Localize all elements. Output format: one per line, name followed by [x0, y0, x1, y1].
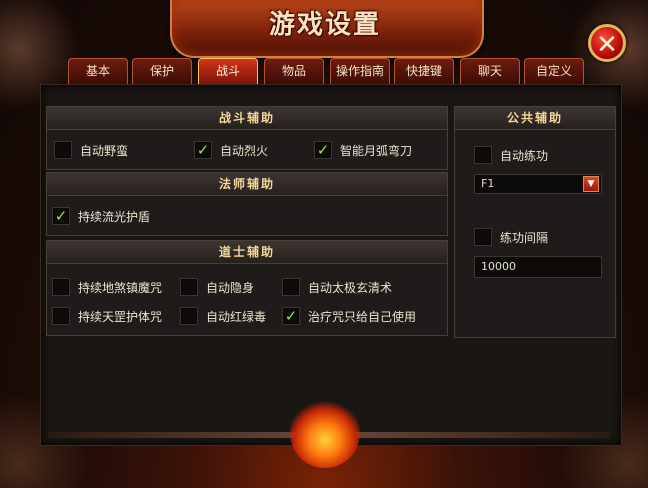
checkbox[interactable]: [54, 141, 72, 159]
mage-assist-section: 法师辅助: [46, 172, 448, 236]
option-heal-self-only[interactable]: ✓ 治疗咒只给自己使用: [282, 306, 416, 326]
flame-ornament: [290, 398, 360, 468]
tab-items[interactable]: 物品: [264, 58, 324, 84]
checkbox[interactable]: [282, 278, 300, 296]
settings-window: 游戏设置 ✕ 基本 保护 战斗 物品 操作指南 快捷键 聊天 自定义 战斗辅助 …: [0, 0, 648, 488]
option-auto-fire[interactable]: ✓ 自动烈火: [194, 140, 268, 160]
tab-bar: 基本 保护 战斗 物品 操作指南 快捷键 聊天 自定义: [68, 58, 588, 84]
checkbox[interactable]: [52, 307, 70, 325]
checkbox[interactable]: [180, 278, 198, 296]
option-auto-poison[interactable]: 自动红绿毒: [180, 306, 266, 326]
combat-assist-title: 战斗辅助: [47, 107, 447, 130]
tab-hotkeys[interactable]: 快捷键: [394, 58, 454, 84]
tab-chat[interactable]: 聊天: [460, 58, 520, 84]
tab-combat[interactable]: 战斗: [198, 58, 258, 84]
checkbox[interactable]: [474, 146, 492, 164]
option-smart-moon-blade[interactable]: ✓ 智能月弧弯刀: [314, 140, 412, 160]
practice-hotkey-select[interactable]: F1 ▼: [474, 174, 602, 194]
tab-protect[interactable]: 保护: [132, 58, 192, 84]
checkbox[interactable]: ✓: [282, 307, 300, 325]
checkbox[interactable]: ✓: [194, 141, 212, 159]
option-label: 自动野蛮: [80, 143, 129, 158]
option-earth-demon-curse[interactable]: 持续地煞镇魔咒: [52, 277, 162, 297]
select-value: F1: [481, 177, 495, 190]
close-icon: ✕: [596, 30, 618, 60]
option-label: 治疗咒只给自己使用: [308, 309, 417, 324]
combat-assist-section: 战斗辅助: [46, 106, 448, 170]
dropdown-arrow-icon[interactable]: ▼: [583, 176, 599, 192]
option-flow-shield[interactable]: ✓ 持续流光护盾: [52, 206, 150, 226]
checkmark-icon: ✓: [316, 141, 330, 159]
option-label: 持续地煞镇魔咒: [78, 280, 163, 295]
checkbox[interactable]: [52, 278, 70, 296]
window-title: 游戏设置: [268, 10, 381, 40]
option-label: 练功间隔: [500, 230, 549, 245]
taoist-assist-title: 道士辅助: [47, 241, 447, 264]
mage-assist-title: 法师辅助: [47, 173, 447, 196]
option-auto-savage[interactable]: 自动野蛮: [54, 140, 128, 160]
option-taiji-art[interactable]: 自动太极玄清术: [282, 277, 392, 297]
tab-custom[interactable]: 自定义: [524, 58, 584, 84]
public-assist-section: 公共辅助: [454, 106, 616, 338]
option-label: 自动太极玄清术: [308, 280, 393, 295]
public-assist-title: 公共辅助: [455, 107, 615, 130]
checkmark-icon: ✓: [54, 207, 68, 225]
option-auto-stealth[interactable]: 自动隐身: [180, 277, 254, 297]
option-label: 自动练功: [500, 148, 549, 163]
option-auto-practice[interactable]: 自动练功: [474, 145, 548, 165]
option-label: 自动隐身: [206, 280, 255, 295]
tab-basic[interactable]: 基本: [68, 58, 128, 84]
practice-interval-input[interactable]: 10000: [474, 256, 602, 278]
tab-guide[interactable]: 操作指南: [330, 58, 390, 84]
option-label: 持续流光护盾: [78, 209, 151, 224]
checkbox[interactable]: [474, 228, 492, 246]
checkmark-icon: ✓: [196, 141, 210, 159]
option-practice-interval[interactable]: 练功间隔: [474, 227, 548, 247]
checkbox[interactable]: ✓: [314, 141, 332, 159]
option-heaven-guard-curse[interactable]: 持续天罡护体咒: [52, 306, 162, 326]
close-button[interactable]: ✕: [588, 24, 626, 62]
checkmark-icon: ✓: [284, 307, 298, 325]
checkbox[interactable]: [180, 307, 198, 325]
option-label: 自动红绿毒: [206, 309, 267, 324]
option-label: 自动烈火: [220, 143, 269, 158]
option-label: 智能月弧弯刀: [340, 143, 413, 158]
option-label: 持续天罡护体咒: [78, 309, 163, 324]
checkbox[interactable]: ✓: [52, 207, 70, 225]
